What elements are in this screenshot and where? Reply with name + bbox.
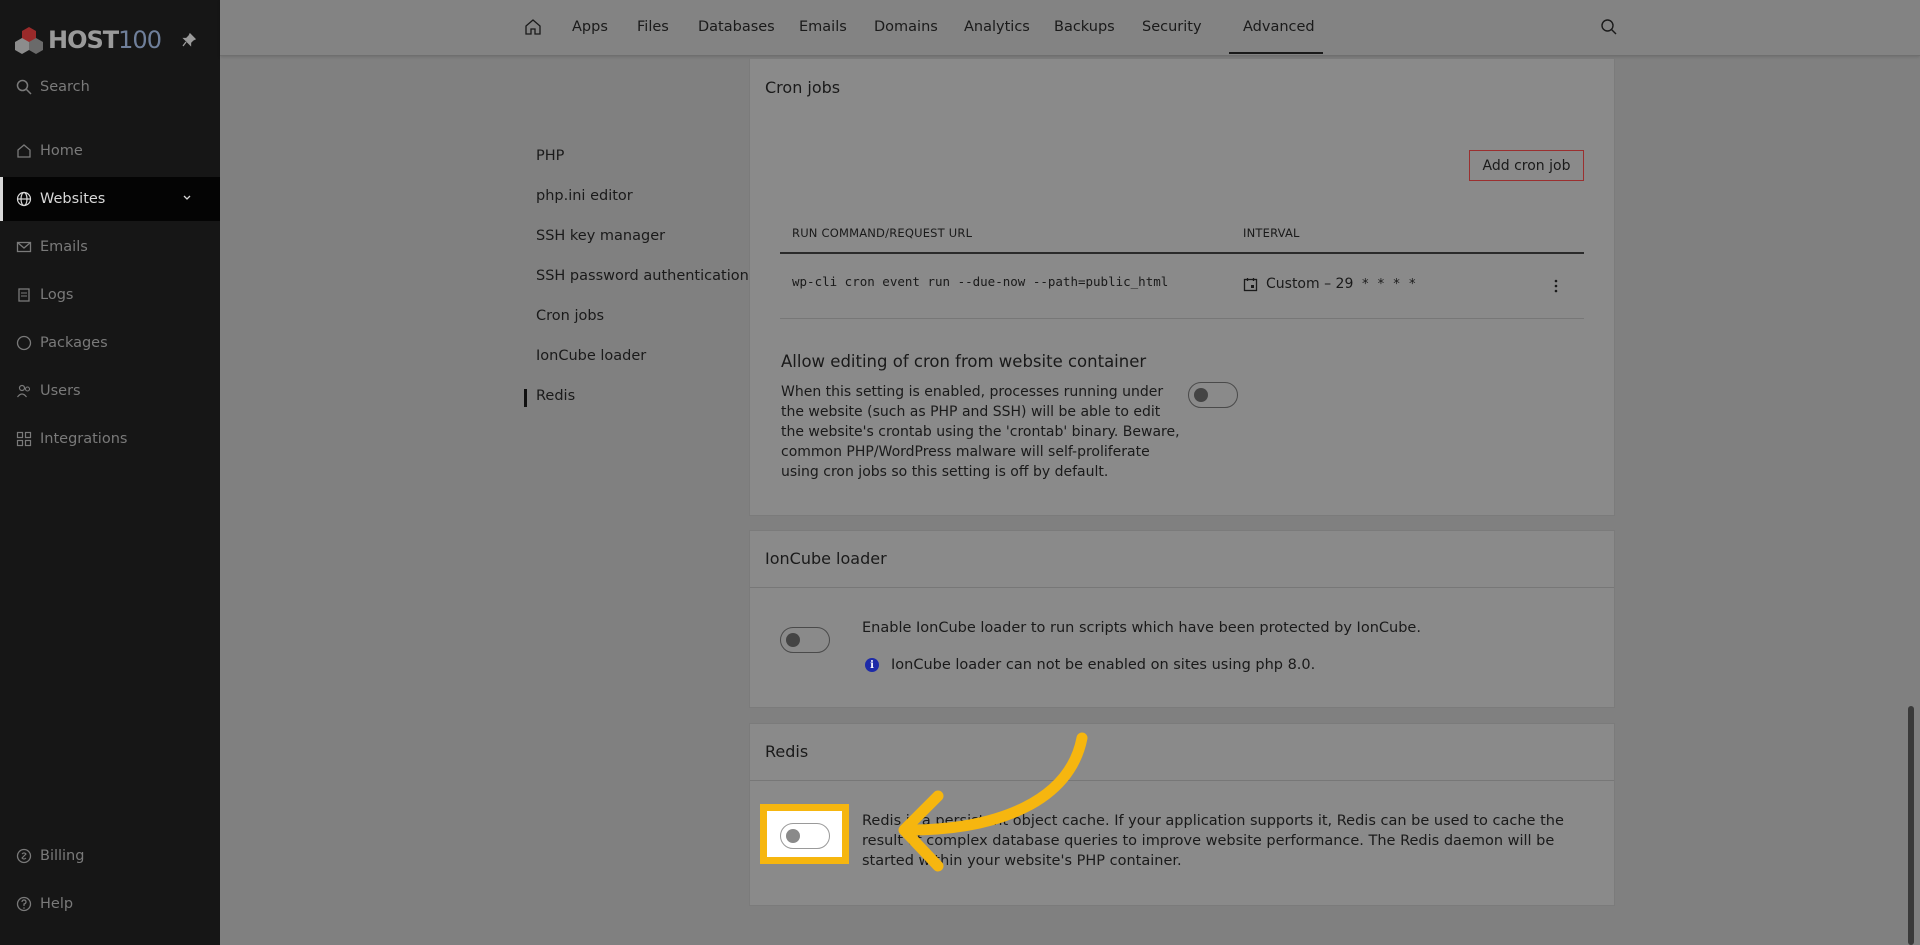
more-options-icon[interactable]	[1554, 278, 1558, 294]
card-divider	[750, 587, 1614, 588]
pin-icon[interactable]	[182, 33, 196, 47]
table-row-divider	[780, 318, 1584, 319]
calendar-icon	[1243, 277, 1258, 291]
subnav-item-ioncube-loader[interactable]: IonCube loader	[536, 348, 646, 364]
sidebar-item-label: Packages	[40, 335, 108, 351]
package-icon	[16, 335, 32, 351]
sidebar-item-home[interactable]: Home	[0, 129, 220, 173]
logo-cubes-icon	[15, 27, 43, 54]
sidebar-item-integrations[interactable]: Integrations	[0, 417, 220, 461]
nav-tab-advanced[interactable]: Advanced	[1229, 0, 1323, 82]
sidebar-item-label: Billing	[40, 848, 85, 864]
chevron-down-icon	[183, 195, 191, 200]
subnav-item-php-ini-editor[interactable]: php.ini editor	[536, 188, 633, 204]
subnav-item-cron-jobs[interactable]: Cron jobs	[536, 308, 604, 324]
column-header-command: RUN COMMAND/REQUEST URL	[792, 226, 973, 240]
sidebar-item-help[interactable]: Help	[0, 882, 220, 926]
sidebar-item-label: Emails	[40, 239, 88, 255]
info-icon: i	[865, 658, 879, 672]
top-navigation: Apps Files Databases Emails Domains Anal…	[220, 0, 1920, 82]
sidebar-search[interactable]: Search	[0, 65, 220, 109]
subnav-item-redis[interactable]: Redis	[536, 388, 575, 404]
nav-tab-emails[interactable]: Emails	[799, 0, 847, 54]
billing-icon	[16, 848, 32, 864]
sidebar-item-label: Help	[40, 896, 74, 912]
sidebar: HOST100 Search Home Websites Emails Logs…	[0, 0, 220, 945]
cron-edit-setting-description: When this setting is enabled, processes …	[781, 384, 1180, 480]
page-scrollbar[interactable]	[1908, 706, 1914, 945]
nav-tab-backups[interactable]: Backups	[1054, 0, 1115, 54]
nav-tab-databases[interactable]: Databases	[698, 0, 775, 54]
toggle-knob	[786, 829, 800, 843]
users-icon	[17, 384, 31, 398]
sidebar-item-label: Users	[40, 383, 81, 399]
sidebar-item-packages[interactable]: Packages	[0, 321, 220, 365]
mail-icon	[16, 241, 32, 253]
sidebar-item-label: Websites	[40, 191, 106, 207]
home-icon	[17, 144, 31, 158]
sidebar-item-emails[interactable]: Emails	[0, 225, 220, 269]
toggle-knob	[786, 633, 800, 647]
logs-icon	[18, 288, 30, 302]
subnav-item-php[interactable]: PHP	[536, 148, 564, 164]
cron-edit-toggle[interactable]	[1188, 382, 1238, 408]
redis-toggle-highlight	[760, 804, 849, 864]
integrations-icon	[16, 431, 32, 447]
cron-interval-cell: Custom – 29 * * * *	[1243, 276, 1416, 292]
cron-edit-setting-title: Allow editing of cron from website conta…	[781, 352, 1147, 371]
nav-tab-files[interactable]: Files	[637, 0, 669, 54]
subnav-item-ssh-password-auth[interactable]: SSH password authentication	[536, 268, 749, 284]
sidebar-item-users[interactable]: Users	[0, 369, 220, 413]
card-title: Redis	[765, 742, 809, 761]
card-title: IonCube loader	[765, 549, 887, 568]
sidebar-item-logs[interactable]: Logs	[0, 273, 220, 317]
search-icon	[16, 79, 32, 95]
ioncube-description: Enable IonCube loader to run scripts whi…	[862, 620, 1421, 636]
nav-tab-apps[interactable]: Apps	[572, 0, 608, 54]
cron-interval-expression: * * * *	[1361, 276, 1417, 292]
card-title: Cron jobs	[765, 78, 841, 97]
add-cron-job-button[interactable]: Add cron job	[1469, 150, 1584, 181]
brand-number: 100	[118, 26, 162, 54]
subnav-item-ssh-key-manager[interactable]: SSH key manager	[536, 228, 665, 244]
globe-icon	[16, 191, 32, 207]
nav-tab-security[interactable]: Security	[1142, 0, 1202, 54]
home-icon[interactable]	[524, 18, 542, 36]
ioncube-info-text: IonCube loader can not be enabled on sit…	[891, 657, 1316, 673]
sidebar-item-billing[interactable]: Billing	[0, 834, 220, 878]
sidebar-item-label: Home	[40, 143, 83, 159]
sidebar-search-label: Search	[40, 79, 90, 95]
redis-toggle[interactable]	[780, 823, 830, 849]
nav-tab-analytics[interactable]: Analytics	[964, 0, 1030, 54]
sidebar-item-websites[interactable]: Websites	[0, 177, 220, 221]
ioncube-toggle[interactable]	[780, 627, 830, 653]
ioncube-card: IonCube loader	[749, 530, 1615, 708]
ioncube-info-note: i IonCube loader can not be enabled on s…	[865, 657, 1315, 673]
sidebar-item-label: Logs	[40, 287, 74, 303]
search-icon[interactable]	[1600, 18, 1618, 36]
sidebar-item-label: Integrations	[40, 431, 128, 447]
brand-logo[interactable]: HOST100	[14, 24, 162, 56]
subnav-active-indicator	[524, 389, 527, 407]
nav-tab-domains[interactable]: Domains	[874, 0, 938, 54]
nav-tab-advanced-label: Advanced	[1243, 19, 1315, 35]
toggle-knob	[1194, 388, 1208, 402]
cron-command-cell: wp-cli cron event run --due-now --path=p…	[792, 274, 1169, 289]
table-header-divider	[780, 252, 1584, 254]
cron-interval-label: Custom – 29	[1266, 276, 1354, 292]
column-header-interval: INTERVAL	[1243, 226, 1300, 240]
tutorial-arrow-icon	[898, 732, 1088, 872]
brand-name: HOST	[48, 26, 119, 54]
help-icon	[16, 896, 32, 912]
